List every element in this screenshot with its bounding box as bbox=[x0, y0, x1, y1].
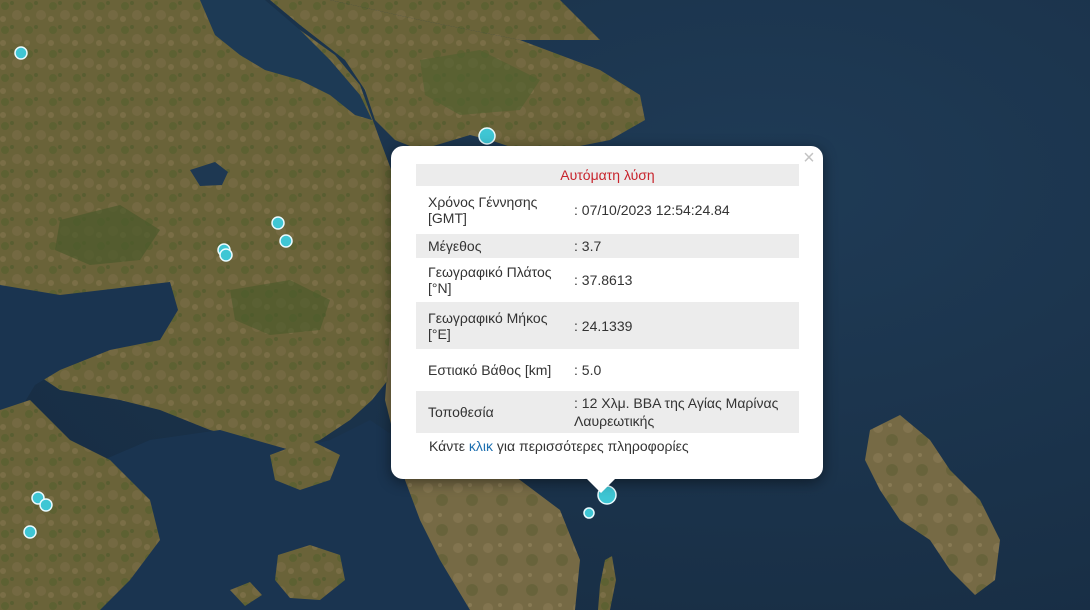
focal-depth-value: : 5.0 bbox=[574, 362, 602, 378]
more-info-suffix: για περισσότερες πληροφορίες bbox=[493, 438, 689, 454]
more-info-prefix: Κάντε bbox=[429, 438, 469, 454]
table-row: Εστιακό Βάθος [km] : 5.0 bbox=[416, 349, 799, 391]
table-row: Γεωγραφικό Μήκος [°E] : 24.1339 bbox=[416, 302, 799, 349]
popup-pointer bbox=[587, 479, 615, 493]
magnitude-label: Μέγεθος bbox=[416, 234, 572, 258]
earthquake-marker[interactable] bbox=[279, 234, 293, 248]
table-row: Μέγεθος : 3.7 bbox=[416, 234, 799, 258]
earthquake-marker[interactable] bbox=[39, 498, 53, 512]
location-value: : 12 Χλμ. ΒΒΑ της Αγίας Μαρίνας Λαυρεωτι… bbox=[572, 391, 799, 433]
latitude-value: : 37.8613 bbox=[574, 272, 633, 288]
magnitude-value: : 3.7 bbox=[572, 234, 799, 258]
latitude-label: Γεωγραφικό Πλάτος [°N] bbox=[428, 264, 552, 296]
earthquake-marker[interactable] bbox=[14, 46, 28, 60]
location-label: Τοποθεσία bbox=[416, 391, 572, 433]
more-info-text: Κάντε κλικ για περισσότερες πληροφορίες bbox=[429, 438, 689, 454]
table-row: Γεωγραφικό Πλάτος [°N] : 37.8613 bbox=[416, 258, 799, 302]
earthquake-marker[interactable] bbox=[271, 216, 285, 230]
earthquake-marker[interactable] bbox=[23, 525, 37, 539]
earthquake-marker[interactable] bbox=[583, 507, 595, 519]
more-info-link[interactable]: κλικ bbox=[469, 438, 493, 454]
table-row: Τοποθεσία : 12 Χλμ. ΒΒΑ της Αγίας Μαρίνα… bbox=[416, 391, 799, 433]
popup-title: Αυτόματη λύση bbox=[416, 164, 799, 186]
focal-depth-label: Εστιακό Βάθος [km] bbox=[428, 362, 552, 378]
close-icon[interactable]: × bbox=[801, 148, 817, 168]
table-row: Χρόνος Γέννησης [GMT] : 07/10/2023 12:54… bbox=[416, 186, 799, 234]
longitude-value: : 24.1339 bbox=[572, 302, 799, 349]
earthquake-marker[interactable] bbox=[219, 248, 233, 262]
origin-time-label: Χρόνος Γέννησης [GMT] bbox=[428, 194, 538, 226]
earthquake-marker[interactable] bbox=[478, 127, 496, 145]
earthquake-info-table: Χρόνος Γέννησης [GMT] : 07/10/2023 12:54… bbox=[416, 186, 799, 433]
longitude-label: Γεωγραφικό Μήκος [°E] bbox=[416, 302, 572, 349]
origin-time-value: : 07/10/2023 12:54:24.84 bbox=[574, 202, 730, 218]
earthquake-info-popup: × Αυτόματη λύση Χρόνος Γέννησης [GMT] : … bbox=[391, 146, 823, 493]
